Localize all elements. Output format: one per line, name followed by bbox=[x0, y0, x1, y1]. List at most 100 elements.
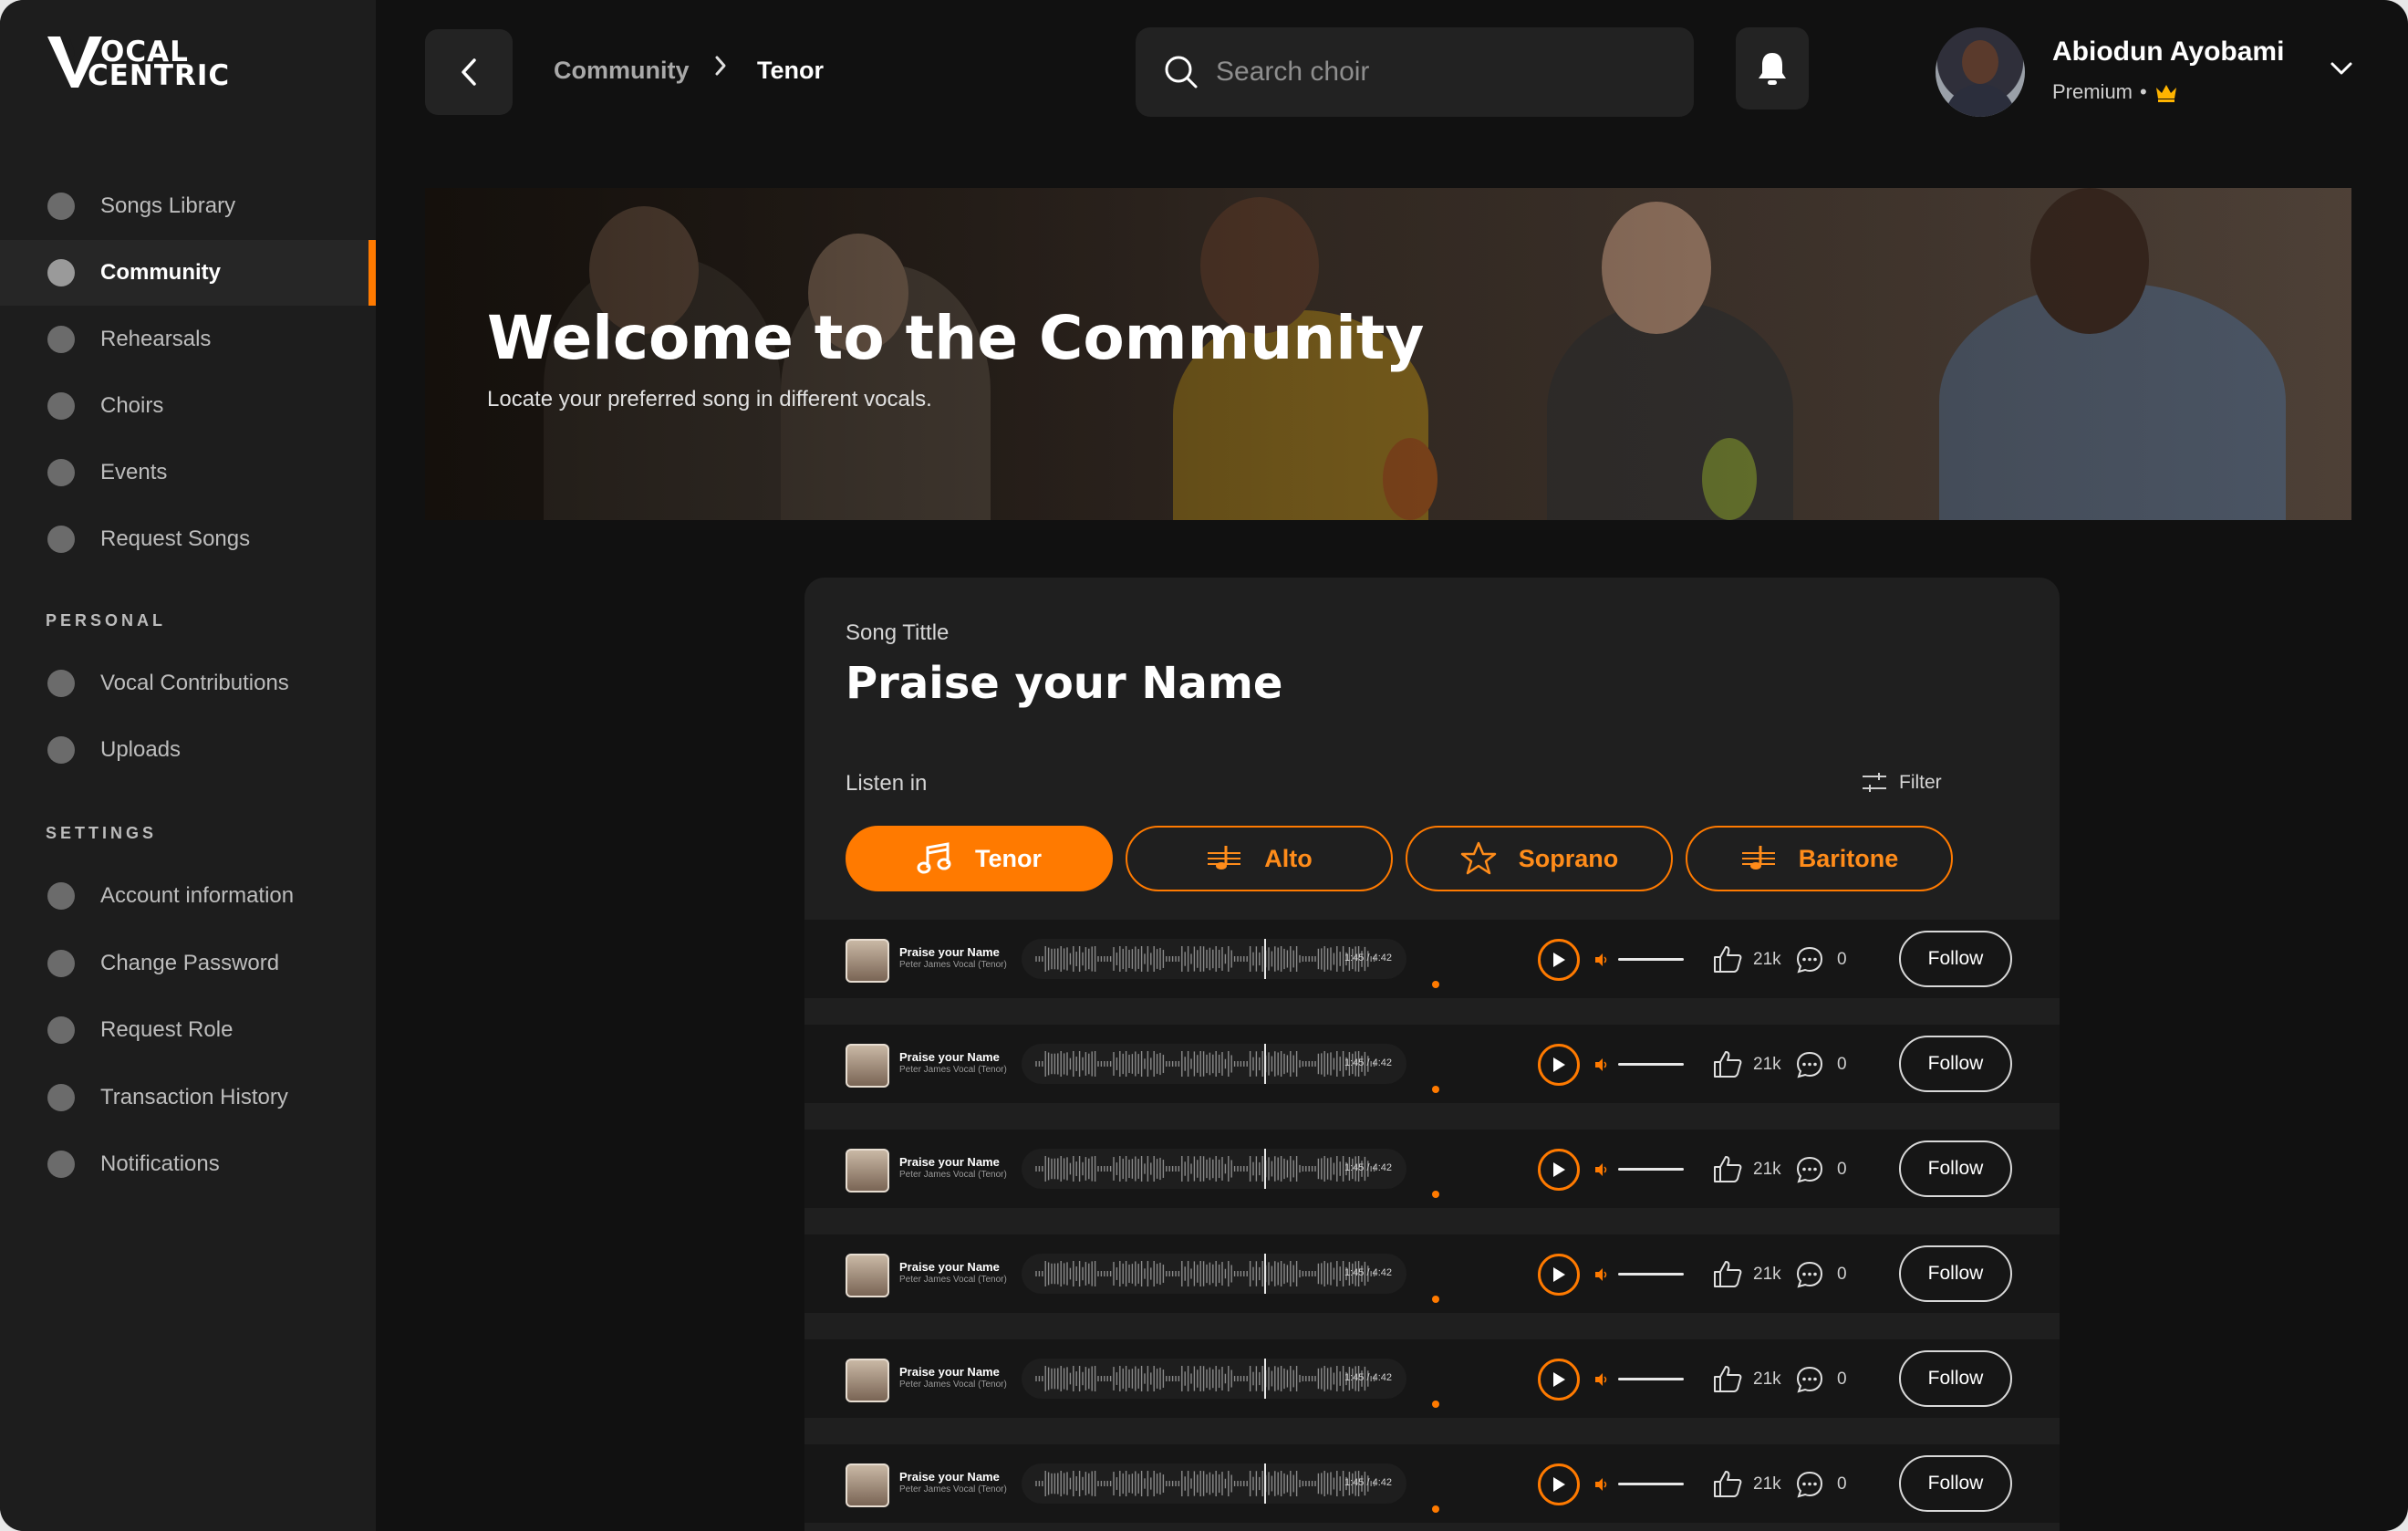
user-name: Abiodun Ayobami bbox=[2052, 36, 2285, 67]
search-input[interactable] bbox=[1216, 57, 1690, 88]
play-button[interactable] bbox=[1538, 1254, 1580, 1296]
volume-slider[interactable] bbox=[1618, 958, 1684, 961]
volume-icon[interactable] bbox=[1594, 1477, 1609, 1492]
seek-handle[interactable] bbox=[1432, 1296, 1439, 1303]
vocal-tab-tenor[interactable]: Tenor bbox=[846, 826, 1113, 891]
like-count: 21k bbox=[1753, 1160, 1781, 1179]
comment-icon[interactable] bbox=[1795, 1470, 1824, 1499]
volume-icon[interactable] bbox=[1594, 953, 1609, 967]
track-thumbnail bbox=[846, 1359, 889, 1402]
play-icon bbox=[1553, 1057, 1565, 1072]
comment-count: 0 bbox=[1837, 950, 1847, 969]
volume-icon[interactable] bbox=[1594, 1372, 1609, 1387]
thumbs-up-icon[interactable] bbox=[1712, 1259, 1743, 1288]
comment-icon[interactable] bbox=[1795, 1155, 1824, 1184]
thumbs-up-icon[interactable] bbox=[1712, 1049, 1743, 1078]
play-button[interactable] bbox=[1538, 939, 1580, 981]
waveform-seekbar[interactable]: 1:45 / 4:42 bbox=[1022, 939, 1406, 979]
comment-icon[interactable] bbox=[1795, 1365, 1824, 1394]
follow-button[interactable]: Follow bbox=[1899, 1350, 2012, 1407]
playhead-line bbox=[1264, 1149, 1266, 1189]
volume-slider[interactable] bbox=[1618, 1483, 1684, 1485]
seek-handle[interactable] bbox=[1432, 1086, 1439, 1093]
follow-button[interactable]: Follow bbox=[1899, 1455, 2012, 1512]
waveform-seekbar[interactable]: 1:45 / 4:42 bbox=[1022, 1044, 1406, 1084]
avatar[interactable] bbox=[1936, 27, 2025, 117]
play-button[interactable] bbox=[1538, 1044, 1580, 1086]
sidebar-item-label: Account information bbox=[100, 883, 295, 908]
choir-icon bbox=[47, 392, 75, 420]
sidebar-item-choirs[interactable]: Choirs bbox=[0, 373, 376, 439]
comment-icon[interactable] bbox=[1795, 945, 1824, 974]
play-button[interactable] bbox=[1538, 1149, 1580, 1191]
song-label: Song Tittle bbox=[846, 620, 950, 645]
sidebar-item-label: Songs Library bbox=[100, 193, 236, 218]
volume-icon[interactable] bbox=[1594, 1057, 1609, 1072]
thumbs-up-icon[interactable] bbox=[1712, 1154, 1743, 1183]
play-button[interactable] bbox=[1538, 1359, 1580, 1401]
sidebar-item-request-songs[interactable]: Request Songs bbox=[0, 506, 376, 572]
comment-count: 0 bbox=[1837, 1055, 1847, 1074]
waveform bbox=[1033, 1153, 1397, 1186]
notification-button[interactable] bbox=[1736, 27, 1809, 109]
logo-text-bottom: CENTRIC bbox=[88, 59, 231, 92]
sidebar-item-rehearsals[interactable]: Rehearsals bbox=[0, 307, 376, 372]
breadcrumb-community[interactable]: Community bbox=[554, 57, 690, 85]
vocal-tab-alto[interactable]: Alto bbox=[1126, 826, 1393, 891]
seek-handle[interactable] bbox=[1432, 1401, 1439, 1408]
seek-handle[interactable] bbox=[1432, 981, 1439, 988]
volume-slider[interactable] bbox=[1618, 1168, 1684, 1171]
sidebar-item-community[interactable]: Community bbox=[0, 240, 376, 306]
waveform-seekbar[interactable]: 1:45 / 4:42 bbox=[1022, 1359, 1406, 1399]
sidebar-item-songs-library[interactable]: Songs Library bbox=[0, 173, 376, 239]
comment-icon[interactable] bbox=[1795, 1050, 1824, 1079]
back-button[interactable] bbox=[425, 29, 513, 115]
crown-icon bbox=[2155, 85, 2176, 102]
sidebar-item-label: Community bbox=[100, 260, 221, 285]
sidebar-item-label: Request Role bbox=[100, 1017, 234, 1042]
track-thumbnail bbox=[846, 939, 889, 983]
song-title: Praise your Name bbox=[846, 658, 1283, 709]
sidebar-item-request-role[interactable]: Request Role bbox=[0, 997, 376, 1063]
sidebar-item-notifications[interactable]: Notifications bbox=[0, 1131, 376, 1197]
waveform-seekbar[interactable]: 1:45 / 4:42 bbox=[1022, 1463, 1406, 1504]
volume-slider[interactable] bbox=[1618, 1273, 1684, 1276]
sidebar-item-account-information[interactable]: Account information bbox=[0, 863, 376, 929]
comment-icon[interactable] bbox=[1795, 1260, 1824, 1289]
thumbs-up-icon[interactable] bbox=[1712, 944, 1743, 974]
track-row: Praise your Name Peter James Vocal (Tenor… bbox=[804, 1444, 2060, 1523]
sidebar-item-uploads[interactable]: Uploads bbox=[0, 717, 376, 783]
waveform bbox=[1033, 943, 1397, 976]
volume-icon[interactable] bbox=[1594, 1162, 1609, 1177]
sidebar-item-label: Change Password bbox=[100, 950, 280, 975]
vocal-tab-label: Alto bbox=[1264, 844, 1313, 872]
thumbs-up-icon[interactable] bbox=[1712, 1469, 1743, 1498]
play-button[interactable] bbox=[1538, 1463, 1580, 1505]
seek-handle[interactable] bbox=[1432, 1191, 1439, 1198]
sidebar-item-transaction-history[interactable]: Transaction History bbox=[0, 1065, 376, 1130]
seek-handle[interactable] bbox=[1432, 1505, 1439, 1513]
volume-slider[interactable] bbox=[1618, 1378, 1684, 1380]
follow-button[interactable]: Follow bbox=[1899, 1036, 2012, 1092]
play-icon bbox=[1553, 1162, 1565, 1177]
chevron-down-icon[interactable] bbox=[2329, 60, 2354, 77]
like-count: 21k bbox=[1753, 1370, 1781, 1389]
follow-button[interactable]: Follow bbox=[1899, 931, 2012, 987]
sidebar-item-label: Vocal Contributions bbox=[100, 671, 289, 695]
filter-button[interactable]: Filter bbox=[1861, 771, 1942, 795]
waveform-seekbar[interactable]: 1:45 / 4:42 bbox=[1022, 1254, 1406, 1294]
vocal-tab-baritone[interactable]: Baritone bbox=[1686, 826, 1953, 891]
sidebar-item-vocal-contributions[interactable]: Vocal Contributions bbox=[0, 651, 376, 716]
playhead-line bbox=[1264, 1463, 1266, 1504]
volume-icon[interactable] bbox=[1594, 1267, 1609, 1282]
community-icon bbox=[47, 259, 75, 286]
vocal-tab-soprano[interactable]: Soprano bbox=[1406, 826, 1673, 891]
volume-slider[interactable] bbox=[1618, 1063, 1684, 1066]
waveform-seekbar[interactable]: 1:45 / 4:42 bbox=[1022, 1149, 1406, 1189]
sidebar-item-change-password[interactable]: Change Password bbox=[0, 931, 376, 996]
thumbs-up-icon[interactable] bbox=[1712, 1364, 1743, 1393]
follow-button[interactable]: Follow bbox=[1899, 1245, 2012, 1302]
follow-button[interactable]: Follow bbox=[1899, 1140, 2012, 1197]
sidebar-item-events[interactable]: Events bbox=[0, 440, 376, 505]
track-time: 1:45 / 4:42 bbox=[1344, 1057, 1392, 1068]
